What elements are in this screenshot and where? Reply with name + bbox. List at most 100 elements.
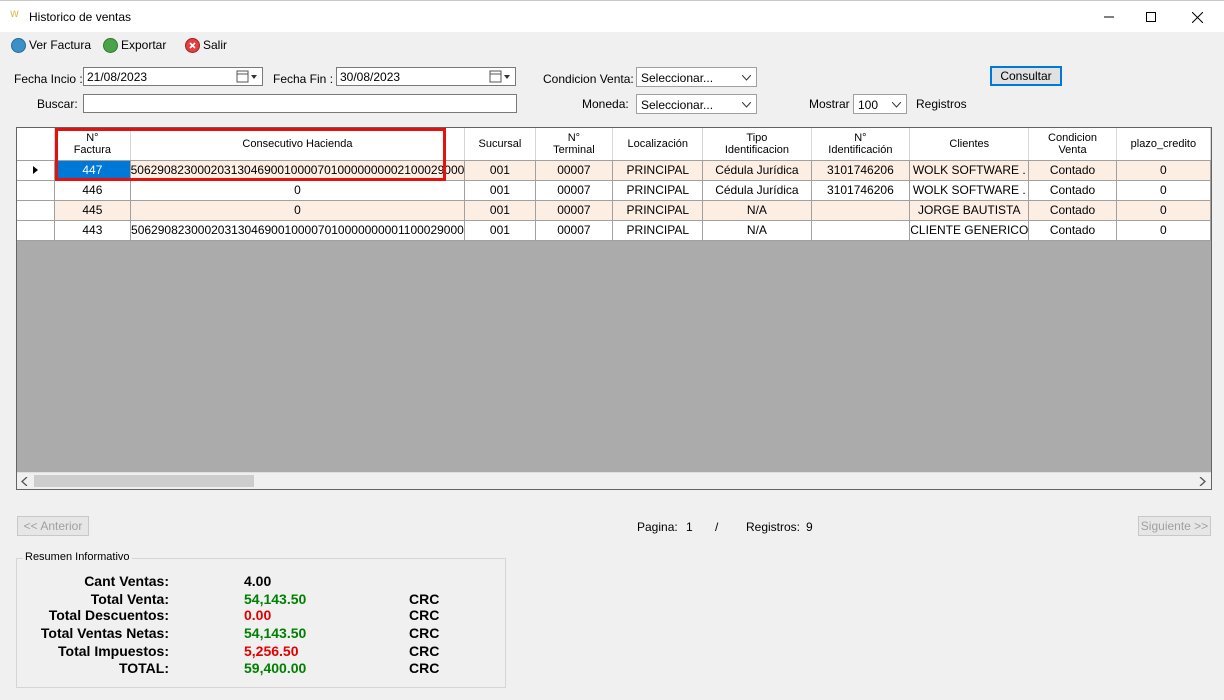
table-cell[interactable]: 001 bbox=[464, 180, 536, 201]
table-cell[interactable]: JORGE BAUTISTA bbox=[909, 200, 1030, 221]
table-cell[interactable]: 5062908230002031304690010000701000000000… bbox=[130, 220, 466, 241]
fecha-fin-picker[interactable]: 30/08/2023 bbox=[336, 67, 516, 86]
siguiente-button[interactable]: Siguiente >> bbox=[1138, 516, 1211, 536]
table-row[interactable]: 446 0 001 00007 PRINCIPAL Cédula Jurídic… bbox=[17, 180, 1211, 201]
column-header[interactable]: Condicion Venta bbox=[1028, 128, 1117, 161]
horizontal-scrollbar[interactable] bbox=[17, 472, 1211, 489]
salir-button[interactable]: Salir bbox=[185, 36, 227, 54]
pagina-value: 1 bbox=[686, 520, 693, 534]
row-selector[interactable] bbox=[17, 220, 56, 241]
pager-separator: / bbox=[715, 520, 719, 534]
anterior-button[interactable]: << Anterior bbox=[17, 516, 89, 536]
table-cell[interactable]: PRINCIPAL bbox=[612, 160, 704, 181]
scroll-left-icon bbox=[21, 477, 28, 486]
table-cell[interactable]: 0 bbox=[1116, 200, 1211, 221]
table-cell[interactable]: CLIENTE GENERICO bbox=[909, 220, 1030, 241]
table-cell[interactable]: 0 bbox=[1116, 160, 1211, 181]
ventas-grid[interactable]: N° Factura Consecutivo Hacienda Sucursal… bbox=[16, 127, 1212, 490]
mostrar-select[interactable]: 100 bbox=[853, 94, 907, 114]
maximize-icon bbox=[1146, 12, 1156, 22]
table-cell[interactable] bbox=[811, 220, 911, 241]
fecha-inicio-picker[interactable]: 21/08/2023 bbox=[83, 67, 263, 86]
column-header[interactable]: Sucursal bbox=[464, 128, 536, 161]
table-cell[interactable]: 0 bbox=[1116, 220, 1211, 241]
ventas-table: N° Factura Consecutivo Hacienda Sucursal… bbox=[17, 128, 1211, 241]
resumen-informativo-group: Resumen Informativo Cant Ventas: 4.00 To… bbox=[16, 551, 506, 688]
moneda-label: Moneda: bbox=[582, 97, 629, 111]
table-cell[interactable]: 001 bbox=[464, 200, 536, 221]
table-row[interactable]: 443 506290823000203130469001000070100000… bbox=[17, 220, 1211, 241]
column-header[interactable]: plazo_credito bbox=[1116, 128, 1211, 161]
maximize-button[interactable] bbox=[1128, 1, 1174, 33]
table-cell[interactable]: 3101746206 bbox=[811, 180, 911, 201]
mostrar-label: Mostrar bbox=[809, 97, 850, 111]
row-selector[interactable] bbox=[17, 200, 56, 221]
table-cell[interactable]: 5062908230002031304690010000701000000000… bbox=[130, 160, 466, 181]
table-cell[interactable]: Cédula Jurídica bbox=[702, 160, 812, 181]
chevron-down-icon bbox=[742, 75, 751, 81]
calendar-icon[interactable] bbox=[236, 70, 260, 84]
table-cell[interactable]: N/A bbox=[702, 200, 812, 221]
table-cell[interactable]: 00007 bbox=[535, 160, 614, 181]
table-cell[interactable]: 446 bbox=[54, 180, 131, 201]
summary-row: TOTAL: 59,400.00 CRC bbox=[118, 660, 440, 676]
close-button[interactable] bbox=[1174, 1, 1220, 33]
row-selector[interactable] bbox=[17, 180, 56, 201]
condicion-venta-select[interactable]: Seleccionar... bbox=[636, 67, 757, 87]
table-cell[interactable]: 443 bbox=[54, 220, 131, 241]
fecha-inicio-label: Fecha Incio : bbox=[14, 72, 83, 86]
exit-icon bbox=[185, 37, 200, 53]
table-cell[interactable]: Contado bbox=[1028, 160, 1117, 181]
table-cell[interactable]: 001 bbox=[464, 220, 536, 241]
table-cell[interactable]: WOLK SOFTWARE . bbox=[909, 180, 1030, 201]
table-cell[interactable]: Cédula Jurídica bbox=[702, 180, 812, 201]
column-header[interactable]: Clientes bbox=[909, 128, 1030, 161]
table-cell[interactable]: PRINCIPAL bbox=[612, 200, 704, 221]
table-cell[interactable]: N/A bbox=[702, 220, 812, 241]
table-cell[interactable]: WOLK SOFTWARE . bbox=[909, 160, 1030, 181]
column-header[interactable]: Consecutivo Hacienda bbox=[130, 128, 466, 161]
row-selector[interactable] bbox=[17, 160, 56, 181]
table-cell[interactable]: 001 bbox=[464, 160, 536, 181]
table-cell[interactable]: 00007 bbox=[535, 220, 614, 241]
table-cell[interactable]: 3101746206 bbox=[811, 160, 911, 181]
table-row[interactable]: 447 506290823000203130469001000070100000… bbox=[17, 160, 1211, 181]
table-cell[interactable]: 445 bbox=[54, 200, 131, 221]
column-header[interactable]: Tipo Identificacion bbox=[702, 128, 812, 161]
registros-count-value: 9 bbox=[806, 520, 813, 534]
column-header[interactable]: N° Factura bbox=[54, 128, 131, 161]
column-header[interactable]: Localización bbox=[612, 128, 704, 161]
buscar-input[interactable] bbox=[83, 94, 517, 113]
window-title: Historico de ventas bbox=[29, 10, 132, 24]
summary-row: Total Impuestos: 5,256.50 CRC bbox=[58, 643, 440, 659]
view-invoice-icon bbox=[11, 37, 26, 53]
table-cell[interactable]: Contado bbox=[1028, 220, 1117, 241]
table-cell[interactable] bbox=[811, 200, 911, 221]
consultar-button[interactable]: Consultar bbox=[990, 66, 1062, 86]
table-row[interactable]: 445 0 001 00007 PRINCIPAL N/A JORGE BAUT… bbox=[17, 200, 1211, 221]
condicion-venta-label: Condicion Venta: bbox=[543, 72, 634, 86]
exportar-button[interactable]: Exportar bbox=[103, 36, 166, 54]
table-cell[interactable]: Contado bbox=[1028, 180, 1117, 201]
minimize-button[interactable] bbox=[1086, 1, 1132, 33]
table-cell[interactable]: 00007 bbox=[535, 180, 614, 201]
table-cell[interactable]: 0 bbox=[1116, 180, 1211, 201]
registros-label: Registros bbox=[916, 97, 967, 111]
moneda-select[interactable]: Seleccionar... bbox=[636, 94, 757, 114]
scrollbar-thumb[interactable] bbox=[34, 475, 254, 487]
table-cell[interactable]: 00007 bbox=[535, 200, 614, 221]
table-cell[interactable]: 0 bbox=[130, 200, 466, 221]
table-cell[interactable]: PRINCIPAL bbox=[612, 220, 704, 241]
table-cell[interactable]: 447 bbox=[54, 160, 131, 181]
calendar-icon[interactable] bbox=[489, 70, 513, 84]
buscar-label: Buscar: bbox=[37, 97, 78, 111]
column-header[interactable]: N° Terminal bbox=[535, 128, 614, 161]
table-cell[interactable]: 0 bbox=[130, 180, 466, 201]
scroll-right-icon bbox=[1199, 477, 1206, 486]
ver-factura-button[interactable]: Ver Factura bbox=[11, 36, 91, 54]
column-header[interactable]: N° Identificación bbox=[811, 128, 911, 161]
table-cell[interactable]: Contado bbox=[1028, 200, 1117, 221]
table-cell[interactable]: PRINCIPAL bbox=[612, 180, 704, 201]
registros-count-label: Registros: bbox=[746, 520, 801, 534]
resumen-title: Resumen Informativo bbox=[23, 551, 132, 563]
